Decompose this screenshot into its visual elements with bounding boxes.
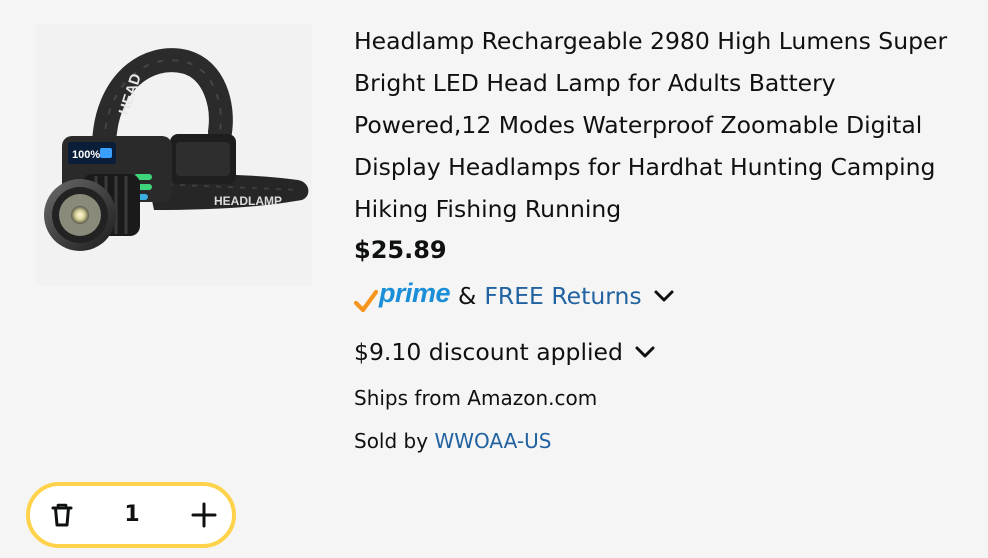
prime-logo: prime: [354, 278, 451, 314]
product-price: $25.89: [354, 236, 447, 264]
band-text: HEADLAMP: [214, 194, 282, 208]
chevron-down-icon[interactable]: [652, 284, 676, 308]
checkmark-icon: [354, 289, 378, 313]
plus-icon: [191, 502, 217, 528]
delete-button[interactable]: [34, 486, 90, 544]
increment-button[interactable]: [176, 486, 232, 544]
ships-from: Ships from Amazon.com: [354, 386, 598, 410]
seller-link[interactable]: WWOAA-US: [434, 429, 551, 453]
product-image[interactable]: HEAD HEADLAMP 100%: [36, 24, 312, 286]
ampersand: &: [458, 282, 477, 310]
cart-item: HEAD HEADLAMP 100% Headlamp Rechargeable…: [0, 0, 988, 558]
sold-by-label: Sold by: [354, 429, 429, 453]
quantity-value: 1: [124, 502, 140, 527]
prime-label: prime: [379, 278, 451, 308]
display-text: 100%: [72, 149, 100, 161]
discount-label: $9.10 discount applied: [354, 338, 623, 366]
discount-info: $9.10 discount applied: [354, 333, 657, 371]
delivery-info: prime & FREE Returns: [354, 276, 676, 316]
chevron-down-icon[interactable]: [633, 340, 657, 364]
headlamp-image: HEAD HEADLAMP 100%: [44, 48, 309, 251]
trash-icon: [51, 503, 73, 527]
sold-by: Sold by WWOAA-US: [354, 426, 551, 456]
product-title[interactable]: Headlamp Rechargeable 2980 High Lumens S…: [354, 20, 980, 230]
free-returns-link[interactable]: FREE Returns: [484, 282, 641, 310]
quantity-stepper: 1: [26, 482, 236, 548]
